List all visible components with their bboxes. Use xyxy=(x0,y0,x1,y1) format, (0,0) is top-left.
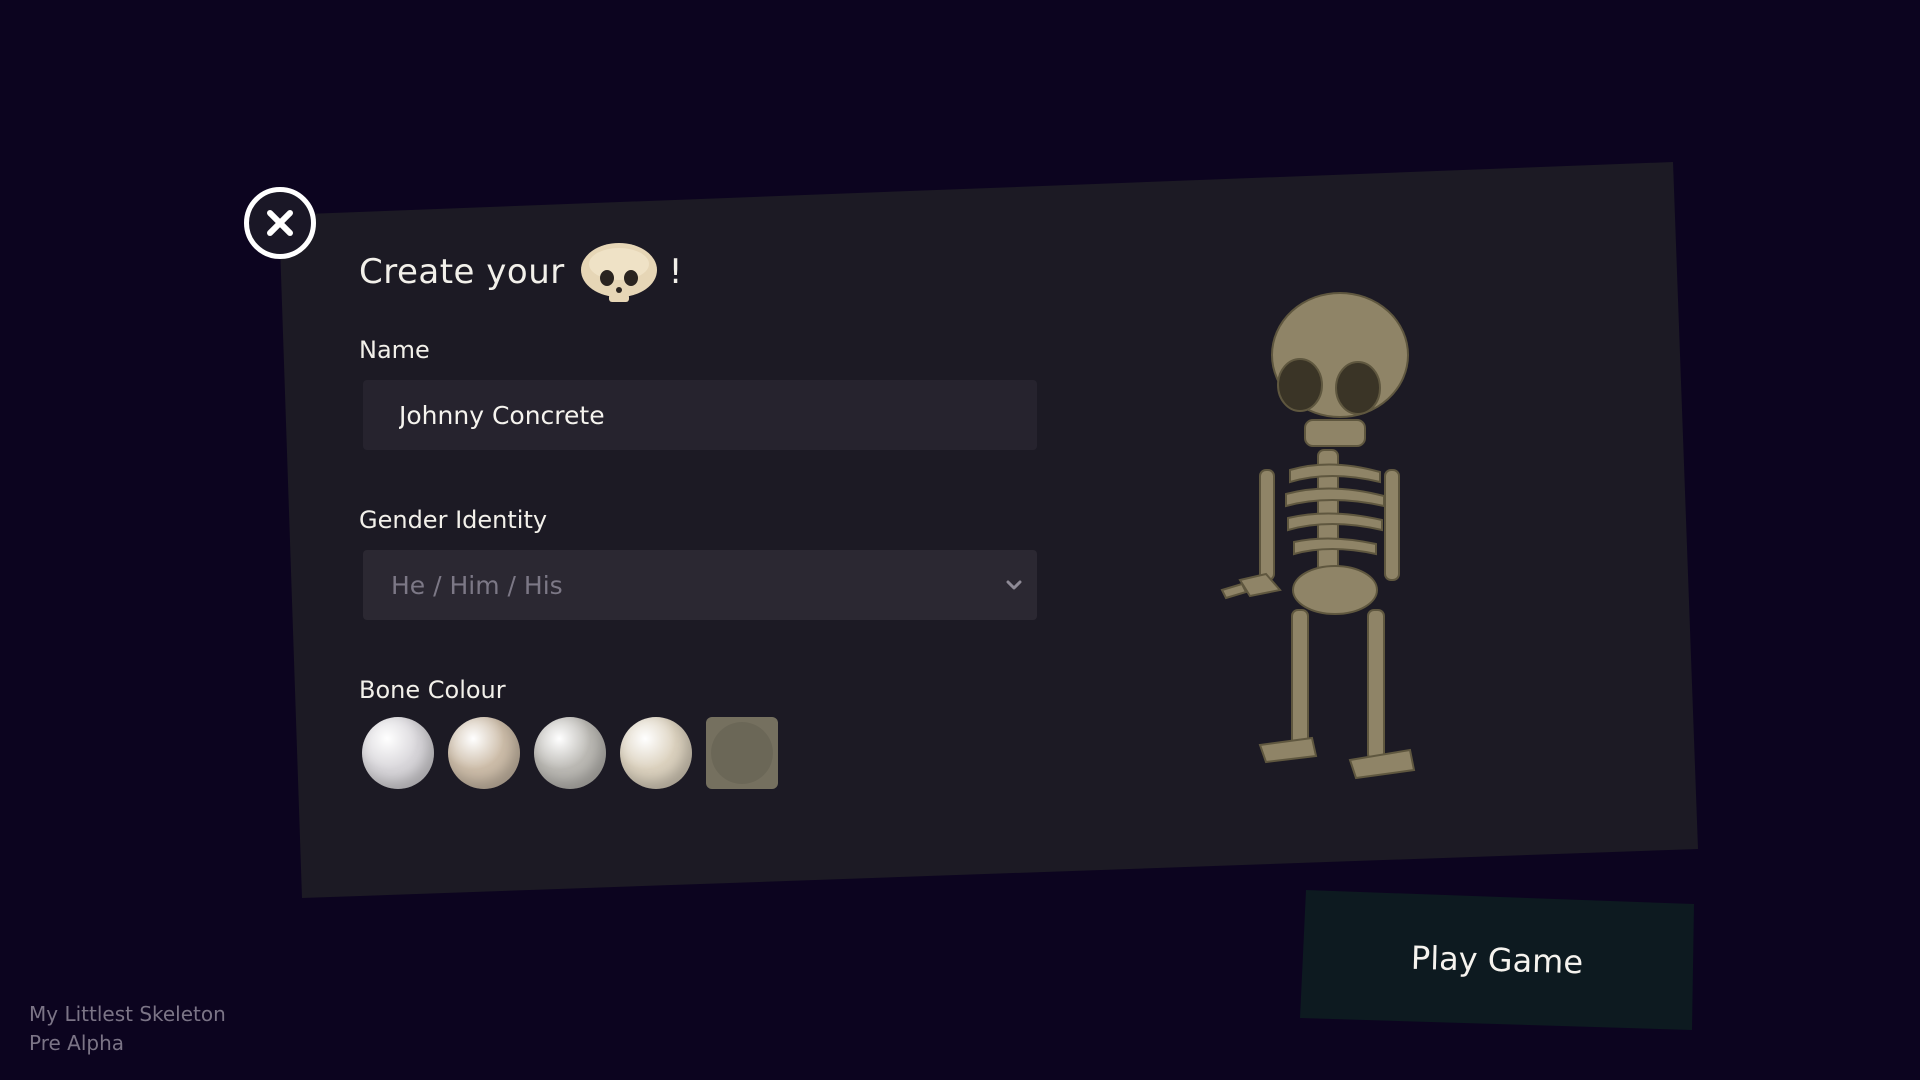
skull-icon xyxy=(579,240,659,304)
game-name: My Littlest Skeleton xyxy=(29,1002,226,1026)
play-game-label: Play Game xyxy=(1410,938,1584,982)
chevron-down-icon xyxy=(1006,580,1022,590)
character-creator-screen: Create your ! Name Gender Identity He / … xyxy=(0,0,1920,1080)
page-title: Create your ! xyxy=(359,240,683,304)
skeleton-preview xyxy=(1220,290,1480,800)
close-button[interactable] xyxy=(244,187,316,259)
bone-colour-label: Bone Colour xyxy=(359,676,506,704)
bone-colour-swatch-2[interactable] xyxy=(448,717,520,789)
close-icon xyxy=(267,210,293,236)
title-prefix: Create your xyxy=(359,252,565,292)
play-game-button[interactable]: Play Game xyxy=(1300,890,1694,1030)
bone-colour-swatch-1[interactable] xyxy=(362,717,434,789)
bone-colour-swatch-5[interactable] xyxy=(706,717,778,789)
build-label: Pre Alpha xyxy=(29,1031,125,1055)
title-suffix: ! xyxy=(668,252,683,292)
gender-identity-select[interactable]: He / Him / His xyxy=(363,550,1037,620)
bone-colour-swatch-3[interactable] xyxy=(534,717,606,789)
gender-selected-value: He / Him / His xyxy=(391,570,563,600)
name-label: Name xyxy=(359,336,430,364)
name-input[interactable] xyxy=(363,380,1037,450)
build-info: My Littlest Skeleton Pre Alpha xyxy=(29,1000,226,1058)
bone-colour-swatches xyxy=(362,717,778,789)
skeleton-model-image xyxy=(1220,292,1416,780)
bone-colour-swatch-4[interactable] xyxy=(620,717,692,789)
gender-label: Gender Identity xyxy=(359,506,548,534)
